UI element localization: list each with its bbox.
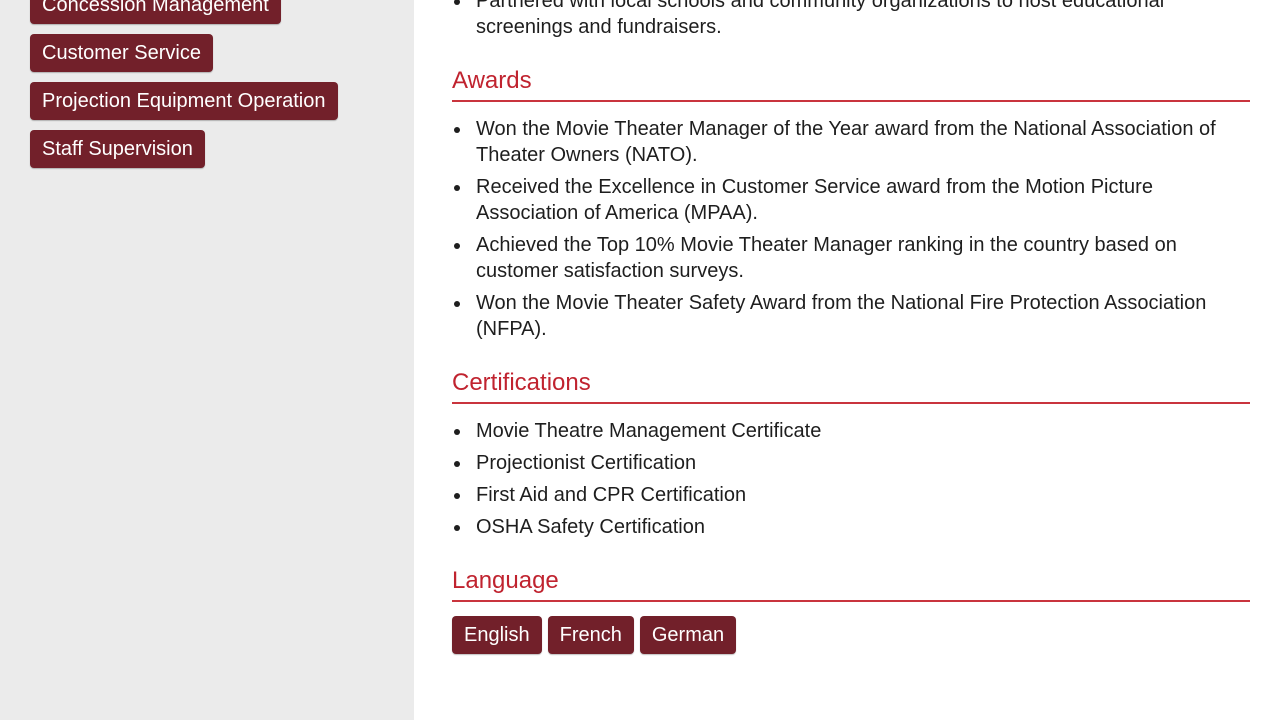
experience-bullet-list: Partnered with local schools and communi… bbox=[452, 0, 1250, 40]
language-tag: German bbox=[639, 616, 737, 654]
skills-tag-list: Concession Management Customer Service P… bbox=[30, 0, 400, 178]
awards-list: Won the Movie Theater Manager of the Yea… bbox=[452, 116, 1250, 342]
awards-section: Awards Won the Movie Theater Manager of … bbox=[452, 66, 1250, 342]
language-tag-list: English French German bbox=[452, 616, 1250, 664]
list-item: Partnered with local schools and communi… bbox=[452, 0, 1250, 40]
section-title-certifications: Certifications bbox=[452, 368, 1250, 404]
list-item: Received the Excellence in Customer Serv… bbox=[452, 174, 1250, 226]
skill-tag: Staff Supervision bbox=[30, 130, 205, 168]
resume-page: Concession Management Customer Service P… bbox=[0, 0, 1280, 720]
main-content: Partnered with local schools and communi… bbox=[452, 0, 1250, 664]
section-title-awards: Awards bbox=[452, 66, 1250, 102]
list-item: Movie Theatre Management Certificate bbox=[452, 418, 1250, 444]
language-section: Language English French German bbox=[452, 566, 1250, 664]
sidebar: Concession Management Customer Service P… bbox=[0, 0, 414, 720]
section-title-language: Language bbox=[452, 566, 1250, 602]
skill-tag: Customer Service bbox=[30, 34, 213, 72]
list-item: Achieved the Top 10% Movie Theater Manag… bbox=[452, 232, 1250, 284]
certifications-list: Movie Theatre Management Certificate Pro… bbox=[452, 418, 1250, 540]
language-tag: English bbox=[452, 616, 542, 654]
list-item: Won the Movie Theater Safety Award from … bbox=[452, 290, 1250, 342]
language-tag: French bbox=[547, 616, 634, 654]
list-item: Projectionist Certification bbox=[452, 450, 1250, 476]
list-item: OSHA Safety Certification bbox=[452, 514, 1250, 540]
certifications-section: Certifications Movie Theatre Management … bbox=[452, 368, 1250, 540]
list-item: Won the Movie Theater Manager of the Yea… bbox=[452, 116, 1250, 168]
list-item: First Aid and CPR Certification bbox=[452, 482, 1250, 508]
skill-tag: Projection Equipment Operation bbox=[30, 82, 338, 120]
skill-tag: Concession Management bbox=[30, 0, 281, 24]
